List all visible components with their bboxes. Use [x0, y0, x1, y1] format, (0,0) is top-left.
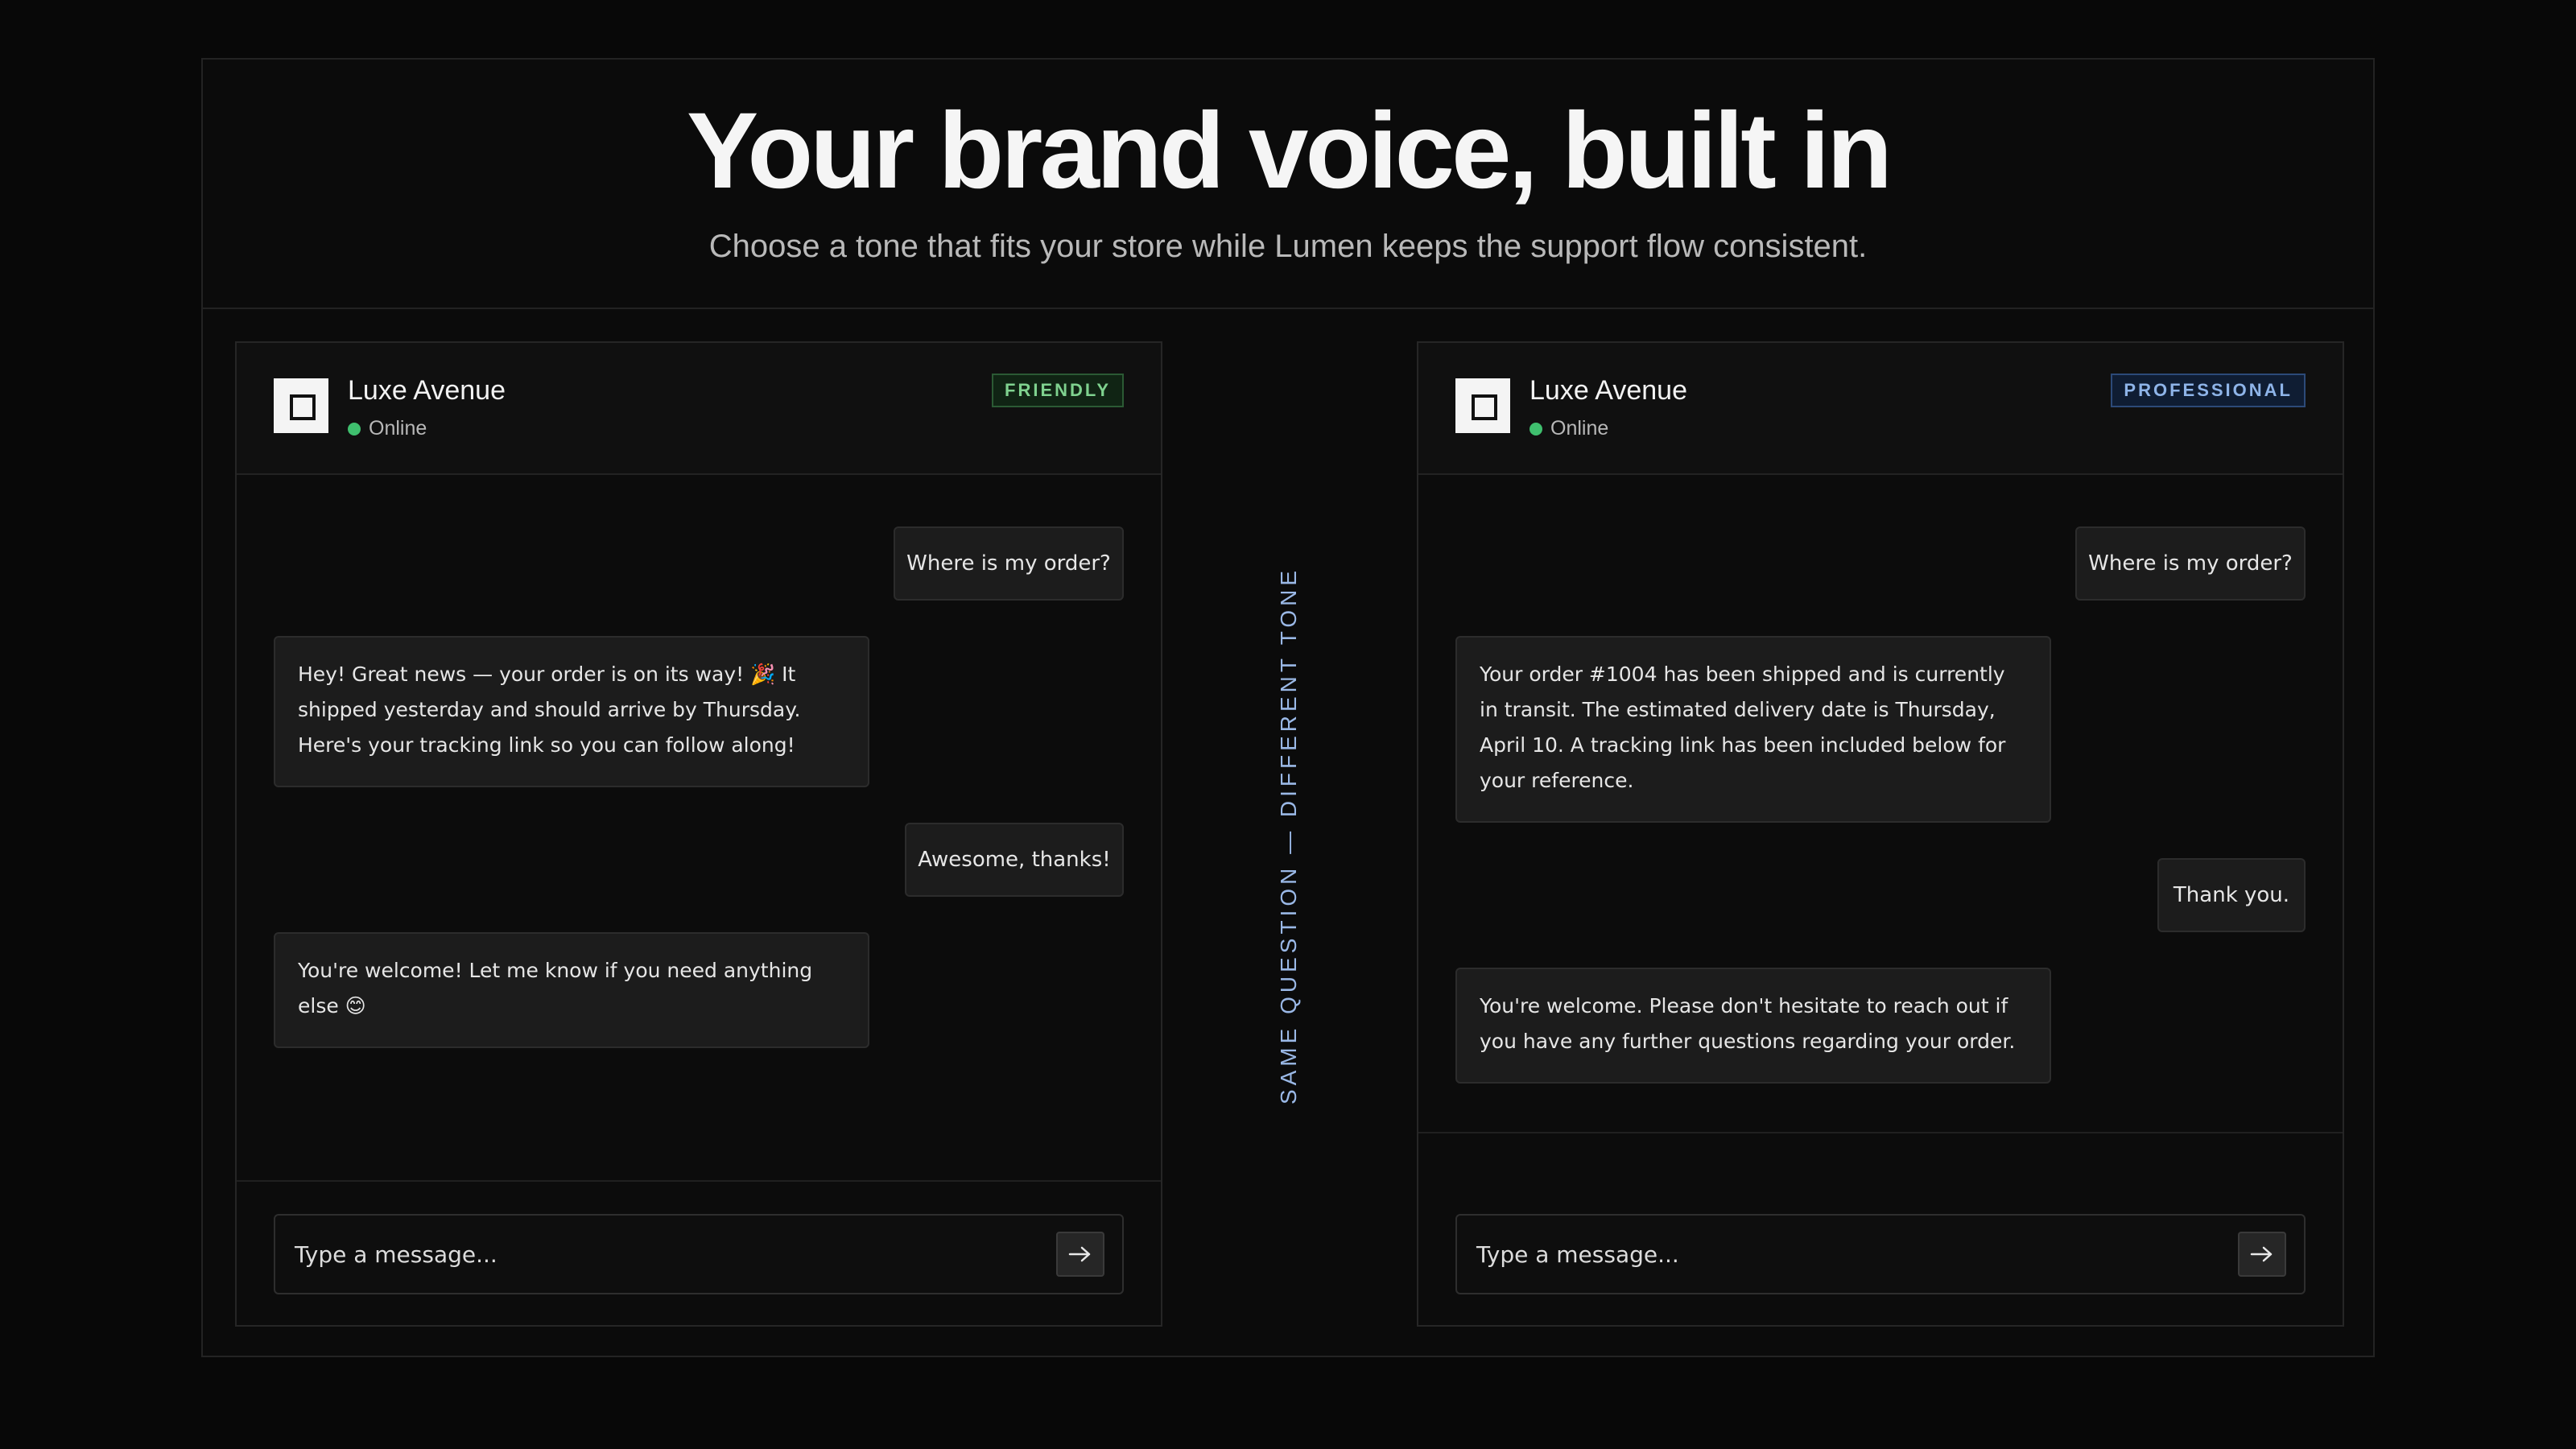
arrow-right-icon	[1068, 1246, 1091, 1262]
showcase-frame: Your brand voice, built in Choose a tone…	[201, 58, 2375, 1357]
chat-header: Luxe Avenue Online FRIENDLY	[237, 343, 1161, 475]
page-title: Your brand voice, built in	[686, 91, 1893, 211]
divider-label: SAME QUESTION — DIFFERENT TONE	[1276, 566, 1301, 1105]
user-message: Thank you.	[2157, 858, 2306, 932]
composer-bar: Type a message...	[237, 1180, 1161, 1325]
store-logo-icon	[274, 378, 328, 433]
user-message: Awesome, thanks!	[905, 823, 1124, 897]
chat-panel-friendly: Luxe Avenue Online FRIENDLY Where is my …	[235, 341, 1162, 1327]
bot-message: Your order #1004 has been shipped and is…	[1455, 636, 2051, 823]
online-status: Online	[348, 417, 427, 440]
store-name: Luxe Avenue	[1530, 375, 1687, 406]
online-dot-icon	[1530, 422, 1542, 436]
bot-message: You're welcome! Let me know if you need …	[274, 932, 869, 1048]
message-input[interactable]: Type a message...	[1455, 1214, 2306, 1294]
message-input[interactable]: Type a message...	[274, 1214, 1124, 1294]
store-name: Luxe Avenue	[348, 375, 506, 406]
online-status: Online	[1530, 417, 1608, 440]
bot-message: You're welcome. Please don't hesitate to…	[1455, 968, 2051, 1084]
user-message: Where is my order?	[2075, 526, 2306, 601]
send-button[interactable]	[1056, 1232, 1104, 1277]
chat-header: Luxe Avenue Online PROFESSIONAL	[1418, 343, 2343, 475]
page-subtitle: Choose a tone that fits your store while…	[708, 229, 1868, 264]
hero-section: Your brand voice, built in Choose a tone…	[203, 60, 2373, 309]
arrow-right-icon	[2250, 1246, 2273, 1262]
user-message: Where is my order?	[894, 526, 1124, 601]
online-dot-icon	[348, 422, 361, 436]
tone-badge: FRIENDLY	[992, 374, 1124, 407]
status-label: Online	[369, 417, 427, 440]
bot-message: Hey! Great news — your order is on its w…	[274, 636, 869, 787]
status-label: Online	[1550, 417, 1609, 440]
send-button[interactable]	[2238, 1232, 2286, 1277]
composer-bar: Type a message...	[1418, 1132, 2343, 1325]
message-input-placeholder: Type a message...	[1476, 1241, 1679, 1268]
tone-badge: PROFESSIONAL	[2111, 374, 2306, 407]
store-logo-icon	[1455, 378, 1510, 433]
message-input-placeholder: Type a message...	[295, 1241, 497, 1268]
chat-panel-professional: Luxe Avenue Online PROFESSIONAL Where is…	[1417, 341, 2344, 1327]
